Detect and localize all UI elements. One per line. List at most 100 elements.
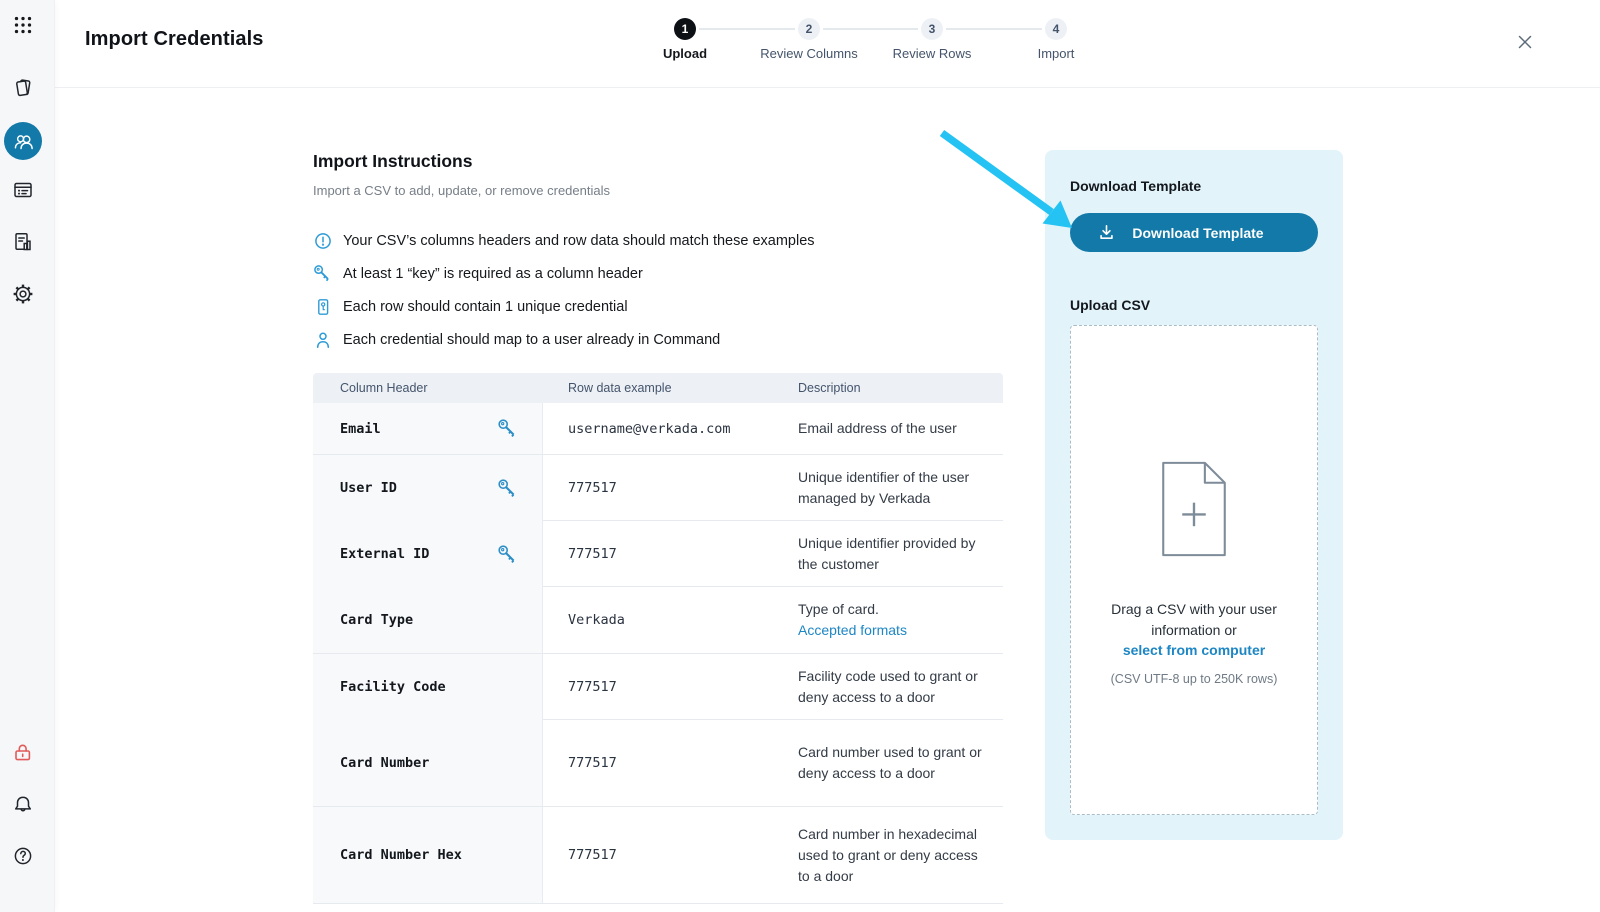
badges-icon[interactable] [0, 68, 46, 108]
step-number: 3 [921, 18, 943, 40]
users-icon[interactable] [0, 121, 46, 161]
reports-icon[interactable] [0, 222, 46, 262]
column-header-name: Facility Code [340, 679, 446, 695]
row-data-example-cell: 777517 [543, 720, 775, 806]
step-number: 1 [674, 18, 696, 40]
accepted-formats-link[interactable]: Accepted formats [798, 620, 983, 641]
app-grid-icon[interactable] [0, 5, 46, 45]
description-text: Unique identifier of the user managed by… [798, 467, 983, 509]
key-required-icon [497, 478, 518, 499]
description-cell: Card number in hexadecimal used to grant… [775, 807, 1003, 903]
download-template-button[interactable]: Download Template [1070, 213, 1318, 252]
table-row: User ID 777517 Unique identifier of the us… [313, 455, 1003, 521]
column-header-cell: Card Number Hex [313, 807, 543, 903]
column-header-name: Card Type [340, 612, 413, 628]
upload-csv-heading: Upload CSV [1070, 297, 1318, 313]
key-icon [313, 264, 332, 283]
step-number: 2 [798, 18, 820, 40]
bullet-text: Your CSV’s columns headers and row data … [343, 233, 815, 249]
download-icon [1097, 223, 1116, 242]
description-cell: Type of card.Accepted formats [775, 587, 1003, 653]
table-header-row: Column Header Row data example Descripti… [313, 373, 1003, 403]
description-text: Unique identifier provided by the custom… [798, 533, 983, 575]
step-import[interactable]: 4Import [986, 15, 1126, 61]
table-row: Card TypeVerkadaType of card.Accepted fo… [313, 587, 1003, 654]
select-from-computer-link[interactable]: select from computer [1089, 640, 1299, 661]
table-row: Card Number 777517 Card number used to gra… [313, 720, 1003, 807]
column-header-name: Card Number [340, 755, 429, 771]
instructions-title: Import Instructions [313, 151, 472, 172]
credentials-table: Column Header Row data example Descripti… [313, 373, 1003, 904]
header: Import Credentials 1 Upload 2 Review Column… [55, 0, 1600, 88]
sidebar [0, 0, 55, 912]
lockdown-icon[interactable] [0, 733, 46, 773]
column-header-cell: Facility Code [313, 654, 543, 720]
dropzone-note: (CSV UTF-8 up to 250K rows) [1071, 672, 1317, 686]
bullet-text: Each credential should map to a user alr… [343, 332, 720, 348]
row-data-example-cell: 777517 [543, 455, 775, 521]
close-icon[interactable] [1514, 31, 1536, 53]
row-data-example-cell: 777517 [543, 654, 775, 720]
help-icon[interactable] [0, 836, 46, 876]
description-cell: Facility code used to grant or deny acce… [775, 654, 1003, 720]
step-label: Review Rows [862, 46, 1002, 61]
description-text: Facility code used to grant or deny acce… [798, 666, 983, 708]
description-cell: Card number used to grant or deny access… [775, 720, 1003, 806]
instruction-bullet: At least 1 “key” is required as a column… [313, 257, 1013, 290]
download-template-button-label: Download Template [1116, 225, 1318, 241]
step-label: Upload [615, 46, 755, 61]
description-cell: Email address of the user [775, 403, 1003, 454]
column-header-cell: External ID [313, 521, 543, 587]
page-title: Import Credentials [85, 28, 264, 51]
row-data-example-cell: username@verkada.com [543, 403, 775, 454]
column-header-name: User ID [340, 480, 397, 496]
table-row: Emailusername@verkada.com Email address o… [313, 403, 1003, 455]
credential-icon [313, 297, 332, 316]
instructions-subtitle: Import a CSV to add, update, or remove c… [313, 183, 610, 198]
key-required-icon [497, 544, 518, 565]
description-text: Card number used to grant or deny access… [798, 742, 983, 784]
table-row: Facility Code 777517 Facility code used to… [313, 654, 1003, 720]
bullet-text: At least 1 “key” is required as a column… [343, 266, 643, 282]
column-header-cell: User ID [313, 455, 543, 521]
description-cell: Unique identifier provided by the custom… [775, 521, 1003, 587]
column-header-cell: Card Type [313, 587, 543, 653]
instruction-bullet: Each credential should map to a user alr… [313, 323, 1013, 356]
instruction-bullet: Your CSV’s columns headers and row data … [313, 224, 1013, 257]
active-nav-highlight [4, 122, 42, 160]
step-review-rows[interactable]: 3 Review Rows [862, 15, 1002, 61]
instruction-bullet: Each row should contain 1 unique credent… [313, 290, 1013, 323]
row-data-example-cell: 777517 [543, 807, 775, 903]
column-header-cell: Email [313, 403, 543, 454]
step-label: Import [986, 46, 1126, 61]
col-header-name: Column Header [313, 381, 543, 395]
step-label: Review Columns [739, 46, 879, 61]
template-upload-panel: Download Template Download Template Uplo… [1045, 150, 1343, 840]
row-data-example-cell: Verkada [543, 587, 775, 653]
bullet-text: Each row should contain 1 unique credent… [343, 299, 628, 315]
csv-dropzone[interactable]: Drag a CSV with your user information or… [1070, 325, 1318, 815]
instructions-bullets: Your CSV’s columns headers and row data … [313, 224, 1013, 356]
column-header-name: Card Number Hex [340, 847, 462, 863]
col-header-description: Description [775, 381, 1003, 395]
row-data-example-cell: 777517 [543, 521, 775, 587]
alert-circle-icon [313, 231, 332, 250]
user-icon [313, 330, 332, 349]
settings-icon[interactable] [0, 274, 46, 314]
calendar-icon[interactable] [0, 170, 46, 210]
column-header-name: External ID [340, 546, 429, 562]
step-review-columns[interactable]: 2 Review Columns [739, 15, 879, 61]
stepper: 1Upload2Review Columns3Review Rows4Impor… [625, 15, 1105, 71]
description-text: Type of card. [798, 599, 983, 620]
dropzone-text: Drag a CSV with your user information or… [1071, 599, 1317, 661]
dropzone-drag-text: Drag a CSV with your user information or [1111, 601, 1277, 638]
download-template-heading: Download Template [1070, 178, 1318, 194]
step-upload[interactable]: 1 Upload [615, 15, 755, 61]
table-row: Card Number Hex 777517 Card number in hexa… [313, 807, 1003, 904]
column-header-cell: Card Number [313, 720, 543, 806]
col-header-example: Row data example [543, 381, 775, 395]
description-text: Card number in hexadecimal used to grant… [798, 824, 983, 887]
notifications-icon[interactable] [0, 785, 46, 825]
description-text: Email address of the user [798, 418, 983, 439]
table-row: External ID 777517 Unique identifier provi… [313, 521, 1003, 587]
